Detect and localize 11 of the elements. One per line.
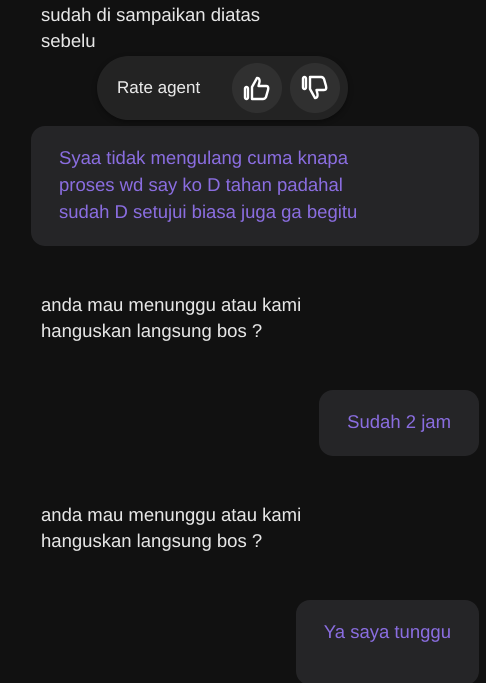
thumbs-up-button[interactable] bbox=[232, 63, 282, 113]
received-message: sudah di sampaikan diatas sebelu bbox=[40, 3, 260, 53]
received-message: anda mau menunggu atau kami hanguskan langsung bos ? bbox=[40, 293, 302, 343]
sent-message: Ya saya tunggu bbox=[296, 600, 479, 683]
received-message: anda mau menunggu atau kami hanguskan langsung bos ? bbox=[40, 503, 302, 553]
sent-message: Syaa tidak mengulang cuma knapa proses wd say ko D tahan padahal sudah D setujui biasa juga ga begitu bbox=[31, 126, 479, 246]
thumbs-down-icon bbox=[301, 74, 329, 102]
thumbs-down-button[interactable] bbox=[290, 63, 340, 113]
thumbs-up-icon bbox=[243, 74, 271, 102]
sent-message: Sudah 2 jam bbox=[319, 390, 479, 456]
rating-label: Rate agent bbox=[117, 78, 202, 98]
